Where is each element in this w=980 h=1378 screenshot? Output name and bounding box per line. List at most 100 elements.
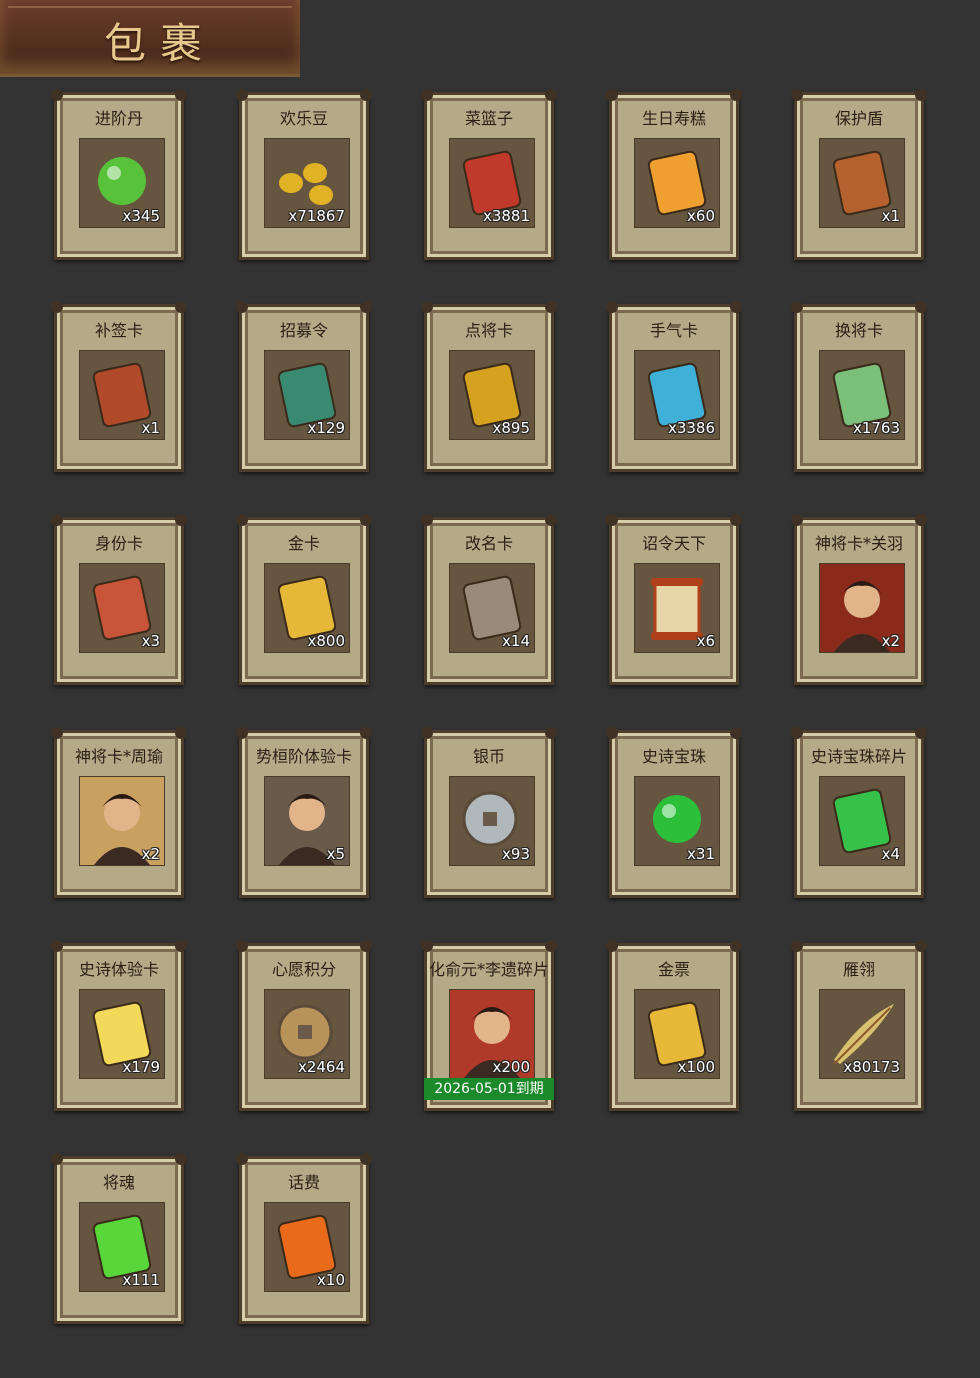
item-name: 化俞元*李遗碎片 [428, 960, 549, 979]
item-card[interactable]: 招募令 x129 [236, 301, 372, 472]
item-quantity: x60 [687, 207, 715, 225]
item-quantity: x3386 [667, 419, 715, 437]
item-card[interactable]: 雁翎 x80173 [791, 940, 927, 1111]
item-card[interactable]: 史诗宝珠 x31 [606, 727, 742, 898]
item-name: 心愿积分 [271, 960, 336, 979]
item-name: 金卡 [287, 534, 320, 553]
item-name: 保护盾 [834, 109, 883, 128]
item-name: 生日寿糕 [641, 109, 706, 128]
item-card[interactable]: 生日寿糕 x60 [606, 89, 742, 260]
item-card[interactable]: 进阶丹 x345 [51, 89, 187, 260]
item-name: 手气卡 [649, 321, 698, 340]
item-icon-slot: x179 [79, 989, 165, 1079]
item-card[interactable]: 化俞元*李遗碎片 x200 2026-05-01到期 [421, 940, 557, 1111]
item-name: 雁翎 [842, 960, 875, 979]
item-quantity: x2464 [297, 1058, 345, 1076]
item-icon-slot: x1 [79, 350, 165, 440]
item-name: 换将卡 [834, 321, 883, 340]
item-icon-slot: x1763 [819, 350, 905, 440]
item-name: 势桓阶体验卡 [255, 747, 352, 766]
item-icon-slot: x345 [79, 138, 165, 228]
item-card[interactable]: 话费 x10 [236, 1153, 372, 1324]
item-icon-slot: x3 [79, 563, 165, 653]
item-card[interactable]: 身份卡 x3 [51, 514, 187, 685]
item-icon-slot: x2 [819, 563, 905, 653]
item-name: 银币 [472, 747, 505, 766]
item-quantity: x345 [122, 207, 160, 225]
item-icon-slot: x129 [264, 350, 350, 440]
item-icon-slot: x3881 [449, 138, 535, 228]
item-quantity: x111 [122, 1271, 160, 1289]
item-icon-slot: x200 [449, 989, 535, 1079]
item-icon-slot: x31 [634, 776, 720, 866]
item-quantity: x800 [307, 632, 345, 650]
item-quantity: x895 [492, 419, 530, 437]
item-name: 诏令天下 [641, 534, 706, 553]
item-quantity: x1 [141, 419, 160, 437]
item-quantity: x10 [317, 1271, 345, 1289]
item-icon-slot: x4 [819, 776, 905, 866]
item-quantity: x71867 [288, 207, 345, 225]
item-quantity: x100 [677, 1058, 715, 1076]
item-name: 补签卡 [94, 321, 143, 340]
item-quantity: x3881 [482, 207, 530, 225]
item-icon-slot: x10 [264, 1202, 350, 1292]
item-card[interactable]: 金卡 x800 [236, 514, 372, 685]
item-quantity: x1763 [852, 419, 900, 437]
item-name: 史诗宝珠 [641, 747, 706, 766]
item-icon-slot: x1 [819, 138, 905, 228]
item-name: 点将卡 [464, 321, 513, 340]
item-name: 欢乐豆 [279, 109, 328, 128]
expiry-badge: 2026-05-01到期 [424, 1078, 554, 1100]
item-icon-slot: x111 [79, 1202, 165, 1292]
item-card[interactable]: 手气卡 x3386 [606, 301, 742, 472]
item-quantity: x14 [502, 632, 530, 650]
item-quantity: x179 [122, 1058, 160, 1076]
item-quantity: x6 [696, 632, 715, 650]
item-icon-slot: x3386 [634, 350, 720, 440]
item-name: 金票 [657, 960, 690, 979]
item-icon-slot: x71867 [264, 138, 350, 228]
item-card[interactable]: 金票 x100 [606, 940, 742, 1111]
item-icon-slot: x14 [449, 563, 535, 653]
item-icon-slot: x800 [264, 563, 350, 653]
item-name: 神将卡*周瑜 [74, 747, 163, 766]
item-quantity: x200 [492, 1058, 530, 1076]
item-icon-slot: x2464 [264, 989, 350, 1079]
inventory-grid: 进阶丹 x345 欢乐豆 x71867 菜篮子 x3881 生日寿糕 x60 保护盾 x1 补签… [0, 0, 980, 1378]
item-quantity: x80173 [843, 1058, 900, 1076]
item-card[interactable]: 保护盾 x1 [791, 89, 927, 260]
item-card[interactable]: 诏令天下 x6 [606, 514, 742, 685]
item-card[interactable]: 换将卡 x1763 [791, 301, 927, 472]
item-quantity: x31 [687, 845, 715, 863]
item-name: 话费 [287, 1173, 320, 1192]
item-name: 史诗宝珠碎片 [810, 747, 907, 766]
item-icon-slot: x2 [79, 776, 165, 866]
item-name: 进阶丹 [94, 109, 143, 128]
item-card[interactable]: 神将卡*关羽 x2 [791, 514, 927, 685]
item-quantity: x93 [502, 845, 530, 863]
item-name: 史诗体验卡 [78, 960, 159, 979]
item-card[interactable]: 史诗体验卡 x179 [51, 940, 187, 1111]
item-card[interactable]: 将魂 x111 [51, 1153, 187, 1324]
item-card[interactable]: 史诗宝珠碎片 x4 [791, 727, 927, 898]
item-icon-slot: x93 [449, 776, 535, 866]
item-quantity: x4 [881, 845, 900, 863]
item-name: 菜篮子 [464, 109, 513, 128]
item-card[interactable]: 心愿积分 x2464 [236, 940, 372, 1111]
item-card[interactable]: 势桓阶体验卡 x5 [236, 727, 372, 898]
item-icon-slot: x80173 [819, 989, 905, 1079]
item-card[interactable]: 点将卡 x895 [421, 301, 557, 472]
item-icon-slot: x895 [449, 350, 535, 440]
item-card[interactable]: 菜篮子 x3881 [421, 89, 557, 260]
item-card[interactable]: 改名卡 x14 [421, 514, 557, 685]
item-icon-slot: x5 [264, 776, 350, 866]
item-name: 招募令 [279, 321, 328, 340]
item-card[interactable]: 银币 x93 [421, 727, 557, 898]
item-card[interactable]: 补签卡 x1 [51, 301, 187, 472]
item-name: 改名卡 [464, 534, 513, 553]
item-icon-slot: x100 [634, 989, 720, 1079]
item-card[interactable]: 欢乐豆 x71867 [236, 89, 372, 260]
item-quantity: x2 [141, 845, 160, 863]
item-card[interactable]: 神将卡*周瑜 x2 [51, 727, 187, 898]
